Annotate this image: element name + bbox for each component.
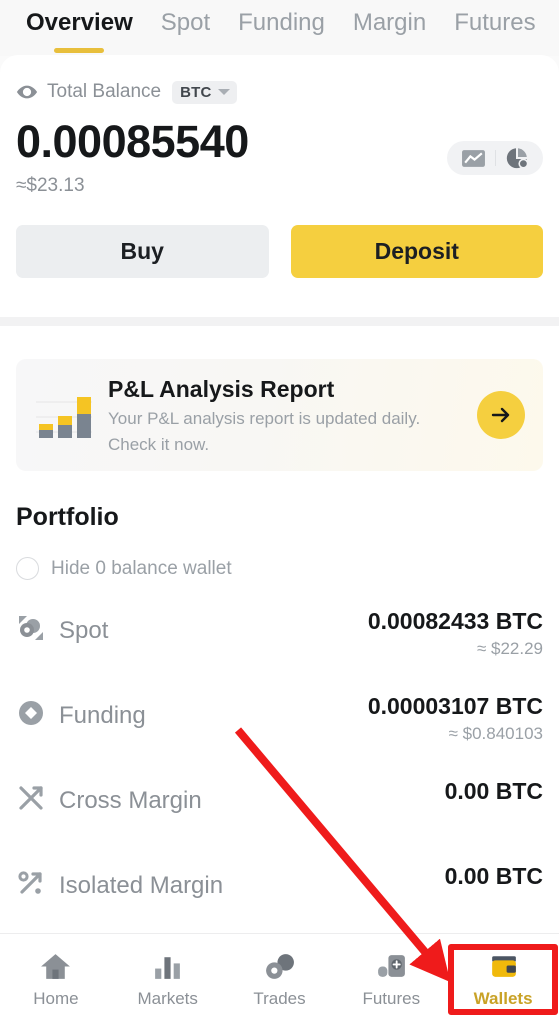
- arrow-right-icon[interactable]: [477, 391, 525, 439]
- hide-zero-balance-label: Hide 0 balance wallet: [51, 557, 232, 579]
- nav-item-futures[interactable]: Futures: [335, 944, 447, 1009]
- currency-selector[interactable]: BTC: [172, 80, 237, 104]
- wallet-fiat-funding: ≈ $0.840103: [448, 724, 543, 743]
- chevron-down-icon: [217, 89, 230, 95]
- total-balance-card: Total Balance BTC 0.00085540 ≈$23.13 Buy…: [0, 55, 559, 317]
- wallet-row-isolated-margin[interactable]: Isolated Margin 0.00 BTC: [16, 862, 543, 920]
- tab-futures[interactable]: Futures: [440, 6, 549, 40]
- action-button-row: Buy Deposit: [16, 225, 543, 278]
- wallet-name-spot: Spot: [59, 616, 109, 644]
- pie-chart-icon[interactable]: [496, 146, 538, 170]
- wallet-amount-funding: 0.00003107 BTC: [367, 693, 543, 719]
- tab-overview[interactable]: Overview: [12, 6, 147, 53]
- nav-label-markets: Markets: [137, 989, 198, 1008]
- bar-chart-icon: [30, 386, 100, 444]
- deposit-button[interactable]: Deposit: [290, 225, 543, 278]
- nav-item-trades[interactable]: Trades: [224, 944, 336, 1009]
- wallet-row-spot[interactable]: Spot 0.00082433 BTC ≈ $22.29: [16, 607, 543, 665]
- nav-label-futures: Futures: [362, 989, 421, 1008]
- wallet-amount-spot: 0.00082433 BTC: [367, 608, 543, 634]
- nav-item-markets[interactable]: Markets: [112, 944, 224, 1009]
- wallet-amount-cross-margin: 0.00 BTC: [444, 778, 543, 804]
- annotation-highlight-box: [448, 944, 558, 1015]
- pnl-banner-desc-line2: Check it now.: [108, 434, 210, 454]
- futures-icon: [375, 944, 408, 982]
- tab-spot-label: Spot: [160, 9, 211, 36]
- pnl-banner-title: P&L Analysis Report: [108, 375, 335, 402]
- markets-bars-icon: [151, 944, 184, 982]
- tab-overview-label: Overview: [26, 9, 133, 36]
- tab-funding-label: Funding: [238, 9, 325, 36]
- tab-margin[interactable]: Margin: [339, 6, 440, 40]
- home-icon: [39, 944, 72, 982]
- active-tab-underline: [54, 48, 105, 53]
- wallet-amount-isolated-margin: 0.00 BTC: [444, 863, 543, 889]
- tab-funding[interactable]: Funding: [224, 6, 339, 40]
- balance-header-row: Total Balance BTC: [16, 79, 543, 105]
- cross-arrows-icon: [16, 783, 46, 818]
- tab-spot[interactable]: Spot: [147, 6, 224, 40]
- spot-coin-icon: [16, 613, 46, 648]
- hide-zero-balance-toggle[interactable]: Hide 0 balance wallet: [16, 557, 543, 580]
- radio-unchecked-icon: [16, 557, 39, 580]
- wallet-name-cross-margin: Cross Margin: [59, 786, 202, 814]
- wallet-row-cross-margin[interactable]: Cross Margin 0.00 BTC: [16, 777, 543, 835]
- wallet-name-funding: Funding: [59, 701, 146, 729]
- pnl-banner-desc-line1: Your P&L analysis report is updated dail…: [108, 408, 421, 428]
- balance-tools-pill: [447, 141, 543, 175]
- pnl-analysis-banner[interactable]: P&L Analysis Report Your P&L analysis re…: [16, 359, 543, 471]
- isolated-arrow-icon: [16, 868, 46, 903]
- nav-label-trades: Trades: [253, 989, 306, 1008]
- wallet-name-isolated-margin: Isolated Margin: [59, 871, 224, 899]
- funding-diamond-icon: [16, 698, 46, 733]
- wallet-tab-bar: Overview Spot Funding Margin Futures: [0, 0, 559, 56]
- section-divider: [0, 317, 559, 326]
- nav-label-home: Home: [33, 989, 79, 1008]
- portfolio-sheet: P&L Analysis Report Your P&L analysis re…: [0, 326, 559, 933]
- total-balance-label: Total Balance: [47, 81, 162, 102]
- wallet-overview-screen: Overview Spot Funding Margin Futures Tot…: [0, 0, 559, 1024]
- analytics-chart-icon[interactable]: [453, 149, 495, 168]
- portfolio-title: Portfolio: [16, 503, 119, 531]
- wallet-row-funding[interactable]: Funding 0.00003107 BTC ≈ $0.840103: [16, 692, 543, 750]
- tab-futures-label: Futures: [454, 9, 536, 36]
- nav-item-home[interactable]: Home: [0, 944, 112, 1009]
- trades-icon: [263, 944, 296, 982]
- currency-selector-value: BTC: [180, 83, 212, 101]
- eye-icon[interactable]: [16, 81, 38, 103]
- tab-margin-label: Margin: [352, 9, 427, 36]
- wallet-fiat-spot: ≈ $22.29: [476, 639, 543, 658]
- pnl-banner-text: P&L Analysis Report Your P&L analysis re…: [100, 375, 477, 456]
- total-balance-fiat: ≈$23.13: [16, 175, 85, 196]
- buy-button[interactable]: Buy: [16, 225, 269, 278]
